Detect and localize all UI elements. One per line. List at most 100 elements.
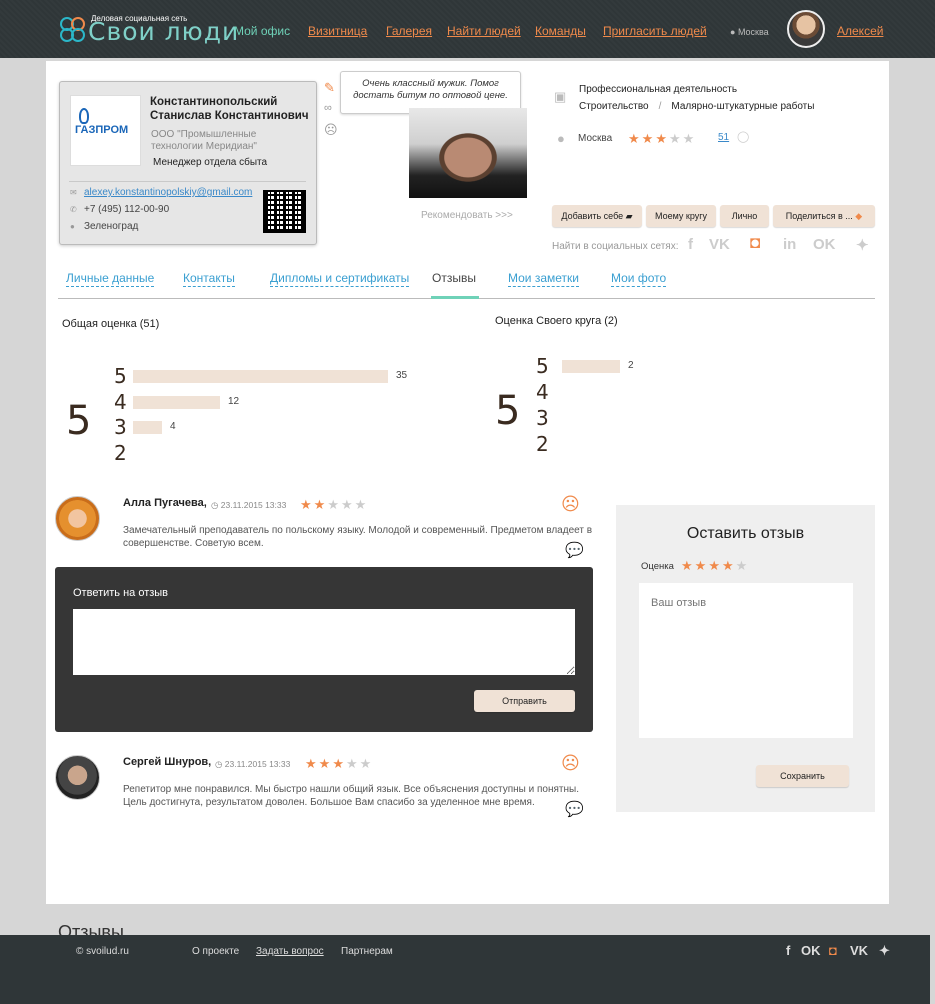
rating-count: 35 [396,370,408,381]
footer-link-partners[interactable]: Партнерам [341,946,393,957]
phone-number: +7 (495) 112-00-90 [84,204,170,215]
reviewer-name[interactable]: Сергей Шнуров, [123,756,211,768]
reviews-count-link[interactable]: 51 [718,132,729,143]
tab-personal-data[interactable]: Личные данные [66,271,155,287]
rating-count: 12 [228,395,240,407]
clock-icon: ◷ [215,759,223,769]
company-name: ООО "Промышленные технологии Меридиан" [151,129,257,152]
star-icon[interactable]: ★ [695,558,707,574]
star-icon: ★ [655,131,667,146]
facebook-icon[interactable]: f [786,943,790,958]
sad-face-icon[interactable]: ☹ [561,753,580,774]
comments-icon[interactable]: ◯ [737,130,749,143]
category-separator: / [658,101,662,112]
logo-icon[interactable] [58,14,88,44]
card-city-row: ● Зеленоград [70,221,138,232]
personal-button[interactable]: Лично [720,205,769,227]
subcategory-label[interactable]: Малярно-штукатурные работы [671,101,814,112]
star-icon[interactable]: ★ [708,558,720,574]
sad-face-icon[interactable]: ☹ [561,494,580,515]
phone-row: ✆ +7 (495) 112-00-90 [70,204,169,215]
rating-bar [562,360,620,373]
footer-link-about[interactable]: О проекте [192,946,239,957]
my-circle-button[interactable]: Моему кругу [646,205,716,227]
nav-cardholder[interactable]: Визитница [308,24,367,38]
star-icon: ★ [332,756,344,771]
review-stars: ★ ★ ★ ★ ★ [305,756,373,772]
briefcase-icon: ▣ [554,89,567,104]
star-icon[interactable]: ★ [736,558,748,574]
reviewer-name[interactable]: Алла Пугачева, [123,497,207,509]
star-icon: ★ [668,131,681,146]
tab-my-notes[interactable]: Мои заметки [508,271,579,287]
profile-rating-stars: ★ ★ ★ ★ ★ [628,131,696,147]
reply-textarea[interactable] [73,609,575,675]
star-icon: ★ [305,756,317,771]
nav-find-people[interactable]: Найти людей [447,24,521,38]
overall-average: 5 [66,398,92,444]
add-to-self-button[interactable]: Добавить себе ▰ [552,205,642,227]
logo-text[interactable]: Свои люди [88,17,239,46]
profile-photo[interactable] [409,108,527,198]
company-logo: ГАЗПРОМ [70,95,141,166]
card-city: Зеленоград [84,221,139,232]
twitter-icon[interactable]: ✦ [879,943,890,959]
reviewer-avatar[interactable] [55,496,100,541]
profession-title: Профессиональная деятельность [579,84,738,95]
instagram-icon[interactable]: ◘ [829,943,837,958]
circle-average: 5 [495,388,521,434]
reply-chat-icon[interactable]: 💬 [565,541,584,559]
sad-face-icon[interactable]: ☹ [324,122,338,138]
user-name-link[interactable]: Алексей [837,24,883,38]
send-button[interactable]: Отправить [474,690,575,712]
odnoklassniki-icon[interactable]: OK [801,943,821,958]
odnoklassniki-icon[interactable]: OK [813,236,836,253]
tab-my-photos[interactable]: Мои фото [611,271,667,287]
phone-icon: ✆ [70,205,77,214]
rating-level-label: 5 [114,364,127,388]
tab-reviews[interactable]: Отзывы [432,271,476,286]
star-icon: ★ [318,756,331,771]
reply-chat-icon[interactable]: 💬 [565,800,584,818]
review-textarea[interactable] [639,583,853,738]
nav-gallery[interactable]: Галерея [386,24,432,38]
link-icon[interactable]: ∞ [324,102,332,114]
rating-input-stars[interactable]: ★ ★ ★ ★ ★ [681,558,749,574]
vk-icon[interactable]: VK [850,943,868,958]
review-text: Репетитор мне понравился. Мы быстро нашл… [123,784,579,808]
share-button[interactable]: Поделиться в ... ◆ [773,205,875,227]
qr-code[interactable] [263,190,306,233]
vk-icon[interactable]: VK [709,236,730,253]
review-date: ◷ 23.11.2015 13:33 [211,500,286,511]
instagram-icon[interactable]: ◘ [750,233,760,253]
category-label[interactable]: Строительство [579,101,649,112]
circle-rating-title: Оценка Своего круга (2) [495,315,618,327]
review-date-text: 23.11.2015 13:33 [220,500,287,510]
clock-icon: ◷ [211,500,219,510]
header-city[interactable]: ● Москва [730,27,769,37]
star-icon[interactable]: ★ [681,558,693,574]
rating-bar [133,421,162,434]
star-icon: ★ [354,497,367,512]
nav-invite[interactable]: Пригласить людей [603,24,707,38]
company-logo-text: ГАЗПРОМ [75,124,129,136]
reviewer-avatar[interactable] [55,755,100,800]
tab-diplomas[interactable]: Дипломы и сертификаты [270,271,410,287]
recommend-link[interactable]: Рекомендовать >>> [421,210,513,221]
linkedin-icon[interactable]: in [783,236,796,253]
facebook-icon[interactable]: f [688,236,693,253]
nav-my-office[interactable]: Мой офис [234,24,290,38]
twitter-icon[interactable]: ✦ [856,236,869,254]
footer-link-ask[interactable]: Задать вопрос [256,946,324,957]
star-icon[interactable]: ★ [722,558,734,574]
pin-icon: ● [70,222,75,231]
edit-pencil-icon[interactable]: ✎ [324,80,335,96]
email-link[interactable]: alexey.konstantinopolskiy@gmail.com [84,187,252,198]
tab-contacts[interactable]: Контакты [183,271,235,287]
user-avatar[interactable] [787,10,825,48]
save-button[interactable]: Сохранить [756,765,849,787]
nav-teams[interactable]: Команды [535,24,586,38]
share-label: Поделиться в ... [785,211,853,221]
email-row: ✉ alexey.konstantinopolskiy@gmail.com [70,187,252,198]
person-name: Константинопольский Станислав Константин… [150,96,309,122]
